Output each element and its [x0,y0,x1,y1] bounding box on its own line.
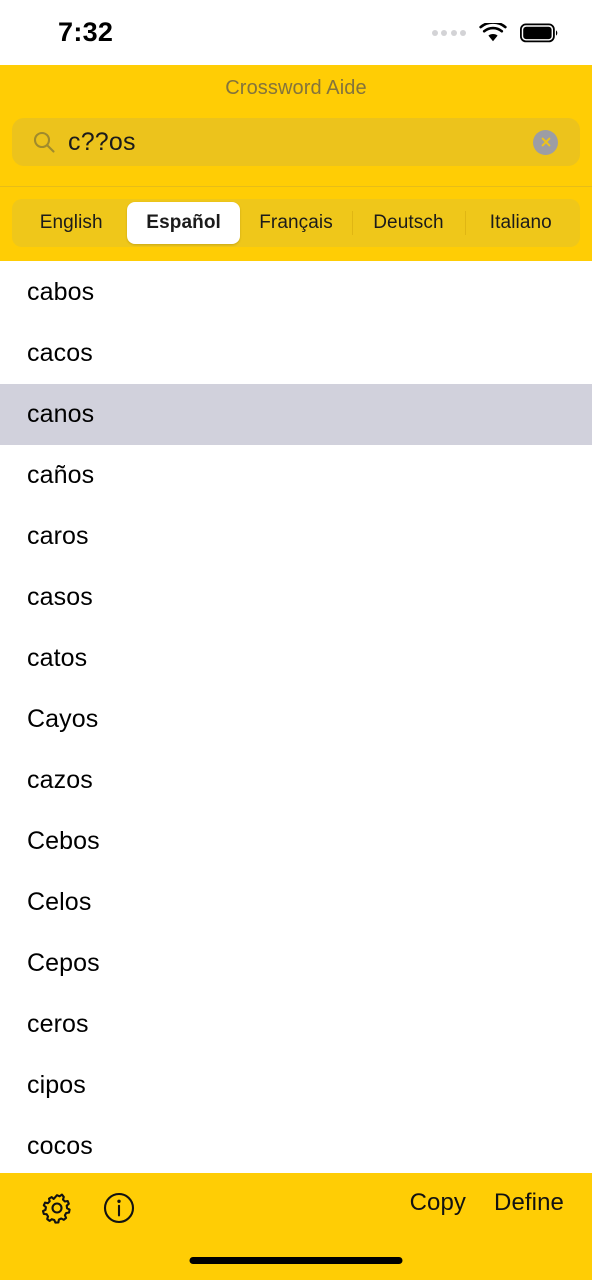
language-selector-container: English Español Français Deutsch Italian… [0,187,592,261]
language-segmented-control[interactable]: English Español Français Deutsch Italian… [12,199,580,247]
word-label: Cebos [27,827,100,855]
status-bar: 7:32 [0,0,592,65]
word-label: catos [27,644,88,672]
segment-label: Français [259,212,333,233]
search-input[interactable]: c??os [12,118,580,166]
word-label: canos [27,400,95,428]
wifi-icon [479,22,507,41]
list-item[interactable]: ceros [0,994,592,1055]
word-label: casos [27,583,93,611]
toolbar-right-group: Copy Define [410,1191,564,1215]
word-label: cocos [27,1132,93,1160]
define-button[interactable]: Define [494,1191,564,1215]
list-item[interactable]: caros [0,506,592,567]
search-bar-container: c??os [0,118,592,186]
segment-label: Deutsch [373,212,444,233]
list-item[interactable]: cabos [0,262,592,323]
segment-label: English [39,212,103,233]
app-root: 7:32 Crossword Aide c??os English Españo… [0,0,592,1280]
segment-deutsch[interactable]: Deutsch [352,202,464,244]
list-item[interactable]: Cayos [0,689,592,750]
copy-button[interactable]: Copy [410,1191,466,1215]
word-label: caros [27,522,89,550]
battery-full-icon [520,23,558,42]
search-input-value: c??os [68,129,136,155]
word-label: cacos [27,339,93,367]
page-title: Crossword Aide [225,77,367,99]
segment-label: Italiano [489,212,552,233]
word-label: cipos [27,1071,86,1099]
toolbar-left-group [40,1191,136,1225]
info-button[interactable] [102,1191,136,1225]
list-item[interactable]: casos [0,567,592,628]
list-item[interactable]: caños [0,445,592,506]
home-indicator [189,1257,403,1264]
list-item[interactable]: catos [0,628,592,689]
list-item[interactable]: Cebos [0,811,592,872]
word-label: caños [27,461,95,489]
app-header: Crossword Aide c??os [0,65,592,186]
info-circle-icon [103,1192,135,1224]
status-bar-time: 7:32 [58,17,114,47]
word-label: Cepos [27,949,100,977]
bottom-toolbar: Copy Define [0,1173,592,1280]
gear-icon [41,1193,71,1224]
segment-label: Español [146,212,221,233]
results-list[interactable]: cabos cacos canos caños caros casos cato… [0,261,592,1173]
word-label: cabos [27,278,95,306]
segment-francais[interactable]: Français [240,202,352,244]
word-label: ceros [27,1010,89,1038]
word-label: Celos [27,888,92,916]
list-item[interactable]: Celos [0,872,592,933]
segment-english[interactable]: English [15,202,127,244]
segment-italiano[interactable]: Italiano [464,202,577,244]
list-item-selected[interactable]: canos [0,384,592,445]
word-label: Cayos [27,705,99,733]
list-item[interactable]: cipos [0,1055,592,1116]
clear-search-icon[interactable] [533,129,558,155]
list-item[interactable]: Cepos [0,933,592,994]
word-label: cazos [27,766,93,794]
list-item[interactable]: cacos [0,323,592,384]
segment-espanol[interactable]: Español [127,202,240,244]
list-item[interactable]: cocos [0,1116,592,1173]
search-icon [33,131,55,153]
signal-dots-icon [431,29,466,36]
status-bar-indicators [431,22,561,43]
list-item[interactable]: cazos [0,750,592,811]
settings-button[interactable] [40,1191,74,1225]
